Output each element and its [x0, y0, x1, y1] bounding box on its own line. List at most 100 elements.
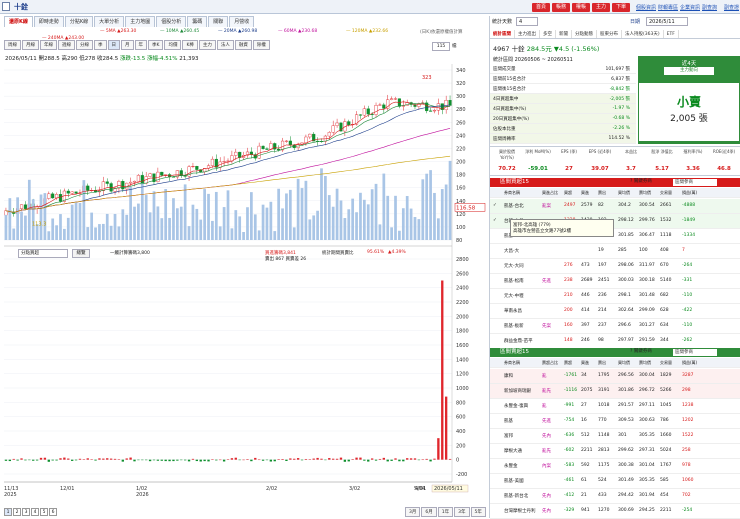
table-row[interactable]: 永豐金 內案 -583 592 1175 300.38 301.04 1767 978 — [490, 459, 740, 474]
table-row[interactable]: 華南永昌 200 414 214 302.64 299.09 628 -422 — [490, 304, 740, 319]
table-row[interactable]: 凱基-美國 -461 61 524 301.49 305.35 585 1060 — [490, 474, 740, 489]
kline-chart[interactable]: 3403203002802602402202001801601401201008… — [4, 64, 487, 514]
sell-select[interactable]: 區間參商 — [673, 349, 717, 356]
tab-7[interactable]: 關聯 — [208, 16, 229, 27]
table-cell: 294.25 — [639, 508, 655, 513]
table-row[interactable]: 凱基-松南 先進 238 2689 2451 300.03 300.18 5140 -331 — [490, 274, 740, 289]
stat-row: 4日買超集中 -2,005 張 — [490, 94, 636, 104]
indicator-overview-button[interactable]: 總覽 — [72, 249, 90, 258]
zoom-input[interactable]: 115 — [432, 42, 450, 51]
table-row[interactable]: 台灣摩根士丹利 先內 -329 941 1270 300.69 294.25 2211 -254 — [490, 504, 740, 519]
tab-6[interactable]: 籌碼 — [187, 16, 208, 27]
table-row[interactable]: ✓ 凱基-台北 亂案 2497 2579 82 304.2 300.54 2661 -4888 — [490, 199, 740, 214]
table-row[interactable]: 元大-中壢 210 446 236 298.1 301.48 682 -110 — [490, 289, 740, 304]
table-row[interactable]: 凱基-板新 先案 160 397 237 296.6 301.27 634 -110 — [490, 319, 740, 334]
table-row[interactable]: 康和 亂 -1761 34 1795 296.56 300.04 1829 3287 — [490, 369, 740, 384]
top-link-4[interactable]: 副查證 — [724, 4, 739, 11]
table-cell: 先案 — [542, 324, 551, 329]
table-cell: 246 — [581, 338, 590, 343]
period-button-8[interactable]: 年 — [134, 40, 147, 50]
tab-1[interactable]: 即時走勢 — [33, 16, 64, 27]
candle-body — [4, 210, 8, 216]
page-2[interactable]: 3 — [22, 508, 30, 516]
top-link-0[interactable]: 個股資訊 — [636, 4, 656, 11]
period-button-5[interactable]: 季 — [94, 40, 107, 50]
range-button-3[interactable]: 3年 — [454, 507, 470, 517]
table-row[interactable]: 大昌-大 — [490, 244, 740, 259]
indicator-select[interactable]: 分點買超 — [18, 249, 68, 258]
days-select[interactable]: 4 — [516, 17, 538, 26]
extra-button-3[interactable]: 法人 — [216, 40, 234, 50]
extra-button-0[interactable]: 均價 — [164, 40, 182, 50]
page-3[interactable]: 4 — [31, 508, 39, 516]
period-button-6[interactable]: 日 — [107, 40, 120, 50]
range-button-0[interactable]: 3月 — [405, 507, 421, 517]
period-button-7[interactable]: 月 — [121, 40, 134, 50]
rp-tab-1[interactable]: 主力進出 — [515, 30, 540, 38]
top-button-4[interactable]: 下單 — [612, 3, 631, 12]
page-1[interactable]: 2 — [13, 508, 21, 516]
rp-tab-3[interactable]: 新聞 — [556, 30, 572, 38]
table-row[interactable]: 元大-大同 276 473 197 298.06 311.97 670 -264 — [490, 259, 740, 274]
table-cell: 941 — [581, 508, 590, 513]
stock-name: 十銓 — [511, 45, 525, 53]
top-link-1[interactable]: 財報專區 — [658, 4, 678, 11]
table-cell: 670 — [660, 263, 669, 268]
tab-5[interactable]: 個股分析 — [156, 16, 187, 27]
table-row[interactable]: 永豐金-復興 亂 -991 27 1018 291.57 297.11 1045 1238 — [490, 399, 740, 414]
table-row[interactable]: 新加坡商瑞銀 亂先 -1116 2075 3191 301.86 296.72 5266 298 — [490, 384, 740, 399]
tab-8[interactable]: 月營收 — [229, 16, 255, 27]
period-button-4[interactable]: 分線 — [76, 40, 93, 50]
rp-tab-4[interactable]: 分點動態 — [572, 30, 597, 38]
top-button-2[interactable]: 權帳 — [572, 3, 591, 12]
indicator-bar — [43, 457, 47, 460]
extra-button-5[interactable]: 除權 — [252, 40, 270, 50]
page-5[interactable]: 6 — [49, 508, 57, 516]
indicator-bar — [254, 457, 257, 460]
buy-filter[interactable]: ? 關鍵券商 — [630, 178, 652, 184]
page-4[interactable]: 5 — [40, 508, 48, 516]
volume-bar — [66, 217, 70, 240]
table-row[interactable]: 群益金鼎-苗平 148 246 98 297.97 291.59 344 -262 — [490, 334, 740, 349]
page-0[interactable]: 1 — [4, 508, 12, 516]
table-row[interactable]: 富邦 先內 -636 512 1148 301 305.35 1660 1522 — [490, 429, 740, 444]
table-cell: 摩根大通 — [504, 449, 522, 454]
extra-button-2[interactable]: 主力 — [198, 40, 216, 50]
top-button-1[interactable]: 帳務 — [552, 3, 571, 12]
table-cell: 凱基-松南 — [504, 279, 524, 284]
top-link-3[interactable]: 副查詢 — [702, 4, 717, 11]
buy-col-header: 券商名稱 買進占比 買超 買進 賣出 買均價 賣均價 交易量 損益(萬) — [490, 188, 740, 198]
period-button-3[interactable]: 週線 — [58, 40, 75, 50]
table-row[interactable]: 摩根大通 亂先 -602 2211 2813 299.62 297.31 5024 258 — [490, 444, 740, 459]
top-button-3[interactable]: 主力 — [592, 3, 611, 12]
tab-4[interactable]: 主力地圖 — [125, 16, 156, 27]
rp-tab-5[interactable]: 股東分布 — [597, 30, 622, 38]
indicator-bar — [28, 459, 31, 461]
tab-3[interactable]: 大單分析 — [94, 16, 125, 27]
tab-0[interactable]: 還原K線 — [4, 16, 33, 27]
range-button-1[interactable]: 6月 — [421, 507, 437, 517]
period-button-9[interactable]: 季K — [148, 40, 164, 50]
period-button-0[interactable]: 周線 — [4, 40, 21, 50]
extra-button-4[interactable]: 融資 — [234, 40, 252, 50]
extra-button-1[interactable]: K棒 — [182, 40, 198, 50]
date-picker[interactable]: 2026/5/11 — [646, 17, 688, 26]
range-button-4[interactable]: 5年 — [470, 507, 486, 517]
table-row[interactable]: 凱基-新台北 先內 -412 21 433 294.42 301.94 454 702 — [490, 489, 740, 504]
tab-2[interactable]: 分點K線 — [64, 16, 94, 27]
ohlc-pct: -4.51% — [158, 56, 178, 62]
table-row[interactable]: 凱基 先進 -754 16 770 309.53 300.63 786 1202 — [490, 414, 740, 429]
range-button-2[interactable]: 1年 — [437, 507, 454, 517]
window-menu-icon[interactable] — [2, 2, 10, 11]
indicator-bar — [20, 458, 23, 460]
top-link-2[interactable]: 企業資訊 — [680, 4, 700, 11]
top-button-0[interactable]: 首頁 — [532, 3, 551, 12]
buy-select[interactable]: 區間參商 — [673, 179, 717, 186]
rp-tab-0[interactable]: 統計區間 — [490, 30, 515, 38]
rp-tab-6[interactable]: 法人持股(363天) — [622, 30, 664, 38]
period-button-2[interactable]: 年線 — [40, 40, 57, 50]
sell-filter[interactable]: ? 關鍵券商 — [630, 348, 652, 354]
rp-tab-7[interactable]: ETF — [664, 30, 679, 38]
rp-tab-2[interactable]: 多空 — [540, 30, 556, 38]
period-button-1[interactable]: 月線 — [22, 40, 39, 50]
